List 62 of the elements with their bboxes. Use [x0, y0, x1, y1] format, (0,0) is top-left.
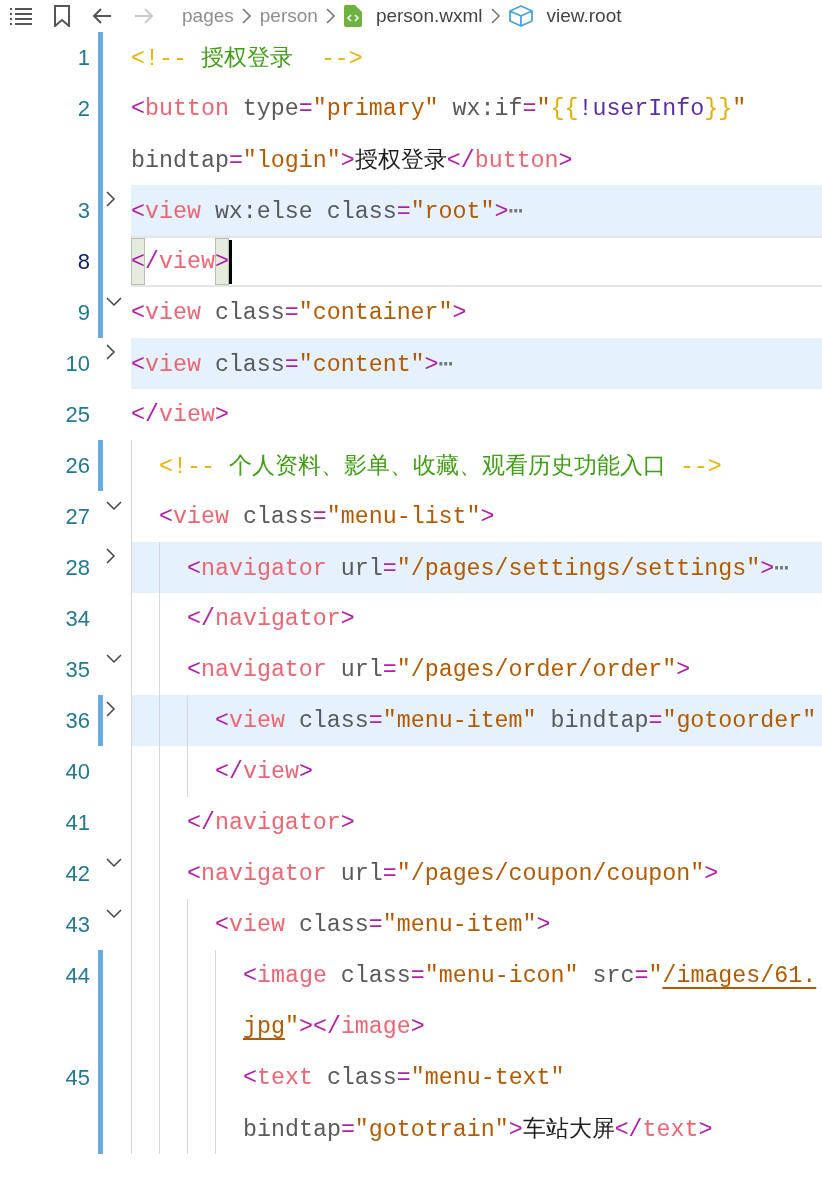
line-number: 40: [64, 758, 90, 786]
chevron-down-icon[interactable]: [106, 297, 122, 307]
file-icon: [343, 5, 362, 27]
list-icon: [10, 7, 32, 25]
code-line: <view class="menu-item" bindtap="gotoorder": [215, 707, 817, 734]
line-number: 26: [64, 452, 90, 480]
chevron-icon: [325, 8, 336, 24]
forward-arrow-icon: [134, 7, 154, 25]
line-number: 27: [64, 503, 90, 531]
cube-icon: [508, 5, 533, 27]
code-line: <!-- 个人资料、影单、收藏、观看历史功能入口 -->: [159, 453, 722, 481]
code-line: <view class="menu-list">: [159, 503, 495, 530]
code-line: <text class="menu-text": [243, 1064, 565, 1091]
chevron-down-icon[interactable]: [106, 654, 122, 664]
line-number: 43: [64, 911, 90, 939]
chevron-icon: [241, 8, 252, 24]
chevron-right-icon[interactable]: [106, 701, 116, 717]
line-number: 3: [76, 197, 90, 225]
line-number: 25: [64, 401, 90, 429]
code-line: jpg"></image>: [243, 1013, 425, 1040]
chevron-down-icon[interactable]: [106, 501, 122, 511]
bookmark-icon: [54, 5, 70, 27]
code-line: </view>: [215, 758, 313, 785]
code-line: <view class="menu-item">: [215, 911, 551, 938]
chevron-right-icon[interactable]: [106, 344, 116, 360]
line-number: 45: [64, 1064, 90, 1092]
code-line: <navigator url="/pages/settings/settings">⋯: [187, 555, 789, 582]
line-number: 41: [64, 809, 90, 837]
back-arrow-icon: [92, 7, 112, 25]
line-number: 9: [76, 299, 90, 327]
bookmark-button[interactable]: [54, 2, 70, 30]
line-number: 2: [76, 95, 90, 123]
line-number: 44: [64, 962, 90, 990]
line-number: 35: [64, 656, 90, 684]
code-line: <image class="menu-icon" src="/images/61.: [243, 962, 817, 989]
code-line: <view class="container">: [131, 299, 467, 326]
line-number: 28: [64, 554, 90, 582]
breadcrumb-item[interactable]: view.root: [546, 5, 622, 27]
line-number: 42: [64, 860, 90, 888]
code-line: </navigator>: [187, 605, 355, 632]
code-line: </view>: [131, 248, 229, 275]
chevron-down-icon[interactable]: [106, 858, 122, 868]
code-line: <navigator url="/pages/order/order">: [187, 656, 691, 683]
chevron-right-icon[interactable]: [106, 548, 116, 564]
line-number: 34: [64, 605, 90, 633]
chevron-icon: [490, 8, 501, 24]
code-line: bindtap="login">授权登录</button>: [131, 147, 573, 175]
code-line: <view wx:else class="root">⋯: [131, 198, 523, 225]
code-line: </view>: [131, 401, 229, 428]
code-line: <!-- 授权登录 -->: [131, 45, 363, 73]
line-number: 36: [64, 707, 90, 735]
code-line: <navigator url="/pages/coupon/coupon">: [187, 860, 719, 887]
code-line: <button type="primary" wx:if="{{!userInfo}}": [131, 95, 747, 122]
breadcrumb-item[interactable]: person.wxml: [375, 5, 483, 27]
chevron-down-icon[interactable]: [106, 909, 122, 919]
line-number: 8: [76, 248, 90, 276]
chevron-right-icon[interactable]: [106, 191, 116, 207]
code-line: <view class="content">⋯: [131, 351, 453, 378]
line-number: 10: [64, 350, 90, 378]
code-line: bindtap="gototrain">车站大屏</text>: [243, 1116, 713, 1144]
code-line: </navigator>: [187, 809, 355, 836]
line-number: 1: [76, 44, 90, 72]
